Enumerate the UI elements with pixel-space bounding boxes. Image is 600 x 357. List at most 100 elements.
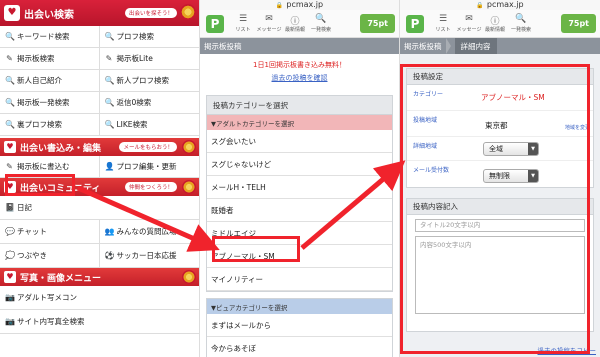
flower-icon bbox=[182, 140, 196, 154]
pcmax-logo[interactable]: P bbox=[406, 14, 424, 33]
menu-item-label: 裏プロフ検索 bbox=[17, 120, 62, 129]
nav-items: ☰ リスト ✉ メッセージ ⓘ 最新情報 🔍 一発検索 bbox=[430, 14, 534, 33]
menu-item[interactable]: 🔍 掲示板一発検索 bbox=[0, 92, 100, 114]
nav-item-label: 最新情報 bbox=[284, 27, 305, 33]
pure-category-list: ▼ピュアカテゴリーを選択 まずはメールから 今からあそぼ bbox=[206, 298, 393, 357]
points-button[interactable]: 75pt bbox=[360, 14, 395, 33]
nav-item[interactable]: ☰ リスト bbox=[230, 14, 256, 33]
pcmax-logo[interactable]: P bbox=[206, 14, 224, 33]
community-grid: 💬 チャット 👥 みんなの質問広場 💭 つぶやき ⚽ サッカー日本応援 bbox=[0, 220, 199, 268]
section-header-search: ♥ 出会い検索 出会いを探そう！ bbox=[0, 0, 199, 26]
nav-item[interactable]: ☰ リスト bbox=[430, 14, 456, 33]
menu-item[interactable]: 🔍 プロフ検索 bbox=[99, 26, 199, 48]
nav-item[interactable]: ✉ メッセージ bbox=[256, 14, 282, 33]
nav-item-label: メッセージ bbox=[256, 27, 282, 33]
url-text: pcmax.jp bbox=[486, 0, 524, 9]
tweet-icon: 💭 bbox=[5, 251, 15, 260]
photo-menu: 📷 アダルト写メコン 📷 サイト内写真全検索 bbox=[0, 286, 199, 334]
flower-icon bbox=[180, 4, 196, 20]
nav-item[interactable]: 🔍 一発検索 bbox=[308, 14, 334, 33]
menu-item[interactable]: 🔍 返信0検索 bbox=[99, 92, 199, 114]
nav-item-label: リスト bbox=[435, 27, 451, 33]
breadcrumb-item[interactable]: 掲示板投稿 bbox=[404, 41, 442, 52]
menu-item-label: キーワード検索 bbox=[17, 32, 70, 41]
section-title: 出会い検索 bbox=[24, 9, 74, 21]
section-title: 写真・画像メニュー bbox=[20, 273, 102, 284]
highlight-write-board bbox=[5, 174, 75, 196]
menu-item-label: 掲示板一発検索 bbox=[17, 98, 70, 107]
category-item[interactable]: 今からあそぼ bbox=[207, 337, 392, 357]
section-badge: 出会いを探そう！ bbox=[124, 8, 177, 18]
menu-item-label: アダルト写メコン bbox=[17, 293, 77, 302]
nav-item-label: 一発検索 bbox=[310, 27, 331, 33]
list-icon: ☰ bbox=[238, 14, 248, 24]
menu-item-label: プロフ編集・更新 bbox=[116, 162, 177, 171]
nav-item-label: リスト bbox=[235, 27, 251, 33]
address-bar[interactable]: 🔒 pcmax.jp bbox=[400, 0, 600, 10]
menu-item[interactable]: 🔍 新人プロフ検索 bbox=[99, 70, 199, 92]
menu-item-label: 掲示板に書込む bbox=[17, 162, 70, 171]
pure-category-items: まずはメールから 今からあそぼ bbox=[207, 314, 392, 357]
menu-item[interactable]: 📷 アダルト写メコン bbox=[0, 286, 199, 310]
past-posts-link[interactable]: 過去の投稿を確認 bbox=[200, 73, 399, 83]
points-button[interactable]: 75pt bbox=[561, 14, 596, 33]
edit-icon: ✎ bbox=[105, 54, 113, 63]
menu-item[interactable]: 👤 プロフ編集・更新 bbox=[99, 156, 199, 178]
menu-item-label: 掲示板Lite bbox=[116, 54, 153, 63]
person-icon: 👤 bbox=[104, 162, 115, 171]
message-icon: ✉ bbox=[265, 14, 273, 24]
category-item[interactable]: 既婚者 bbox=[207, 199, 392, 222]
info-icon: ⓘ bbox=[490, 17, 500, 27]
camera-icon: 📷 bbox=[5, 293, 15, 302]
category-heading: 投稿カテゴリーを選択 bbox=[206, 95, 393, 115]
category-item[interactable]: スグじゃないけど bbox=[207, 153, 392, 176]
flower-icon bbox=[182, 180, 196, 194]
nav-item[interactable]: ⓘ 最新情報 bbox=[282, 14, 308, 33]
menu-item[interactable]: 🔍 裏プロフ検索 bbox=[0, 114, 100, 136]
heart-icon: ♥ bbox=[4, 271, 16, 283]
section-badge: メールをもらおう！ bbox=[119, 142, 177, 152]
highlight-category bbox=[212, 236, 300, 262]
people-icon: 👥 bbox=[104, 227, 115, 236]
menu-item-label: LIKE検索 bbox=[116, 120, 148, 129]
menu-item-label: サッカー日本応援 bbox=[116, 251, 177, 260]
address-bar[interactable]: 🔒 pcmax.jp bbox=[200, 0, 399, 10]
nav-item[interactable]: ⓘ 最新情報 bbox=[482, 14, 508, 33]
search-icon: 🔍 bbox=[104, 120, 115, 129]
camera-icon: 📷 bbox=[5, 317, 15, 326]
community-menu: 📓 日記 💬 チャット 👥 みんなの質問広場 💭 つぶやき ⚽ サッカー日本応援 bbox=[0, 196, 199, 268]
menu-item[interactable]: 📓 日記 bbox=[0, 196, 199, 220]
menu-item[interactable]: 🔍 キーワード検索 bbox=[0, 26, 100, 48]
flower-icon bbox=[182, 270, 196, 284]
menu-item-label: つぶやき bbox=[17, 251, 47, 260]
chat-icon: 💬 bbox=[5, 227, 15, 236]
nav-item[interactable]: 🔍 一発検索 bbox=[508, 14, 534, 33]
menu-item-label: 掲示板検索 bbox=[17, 54, 55, 63]
highlight-detail-form bbox=[400, 64, 590, 354]
menu-item[interactable]: 💭 つぶやき bbox=[0, 244, 100, 268]
menu-item[interactable]: 🔍 新人自己紹介 bbox=[0, 70, 100, 92]
category-item[interactable]: マイノリティー bbox=[207, 268, 392, 291]
menu-item[interactable]: 💬 チャット bbox=[0, 220, 100, 244]
menu-item[interactable]: 🔍 LIKE検索 bbox=[99, 114, 199, 136]
search-menu-grid: 🔍 キーワード検索 🔍 プロフ検索 ✎ 掲示板検索 ✎ 掲示板Lite 🔍 新人自己紹介 🔍 新人プロ… bbox=[0, 26, 199, 136]
menu-item[interactable]: ✎ 掲示板Lite bbox=[99, 48, 199, 70]
search-icon: 🔍 bbox=[315, 14, 327, 24]
category-item[interactable]: まずはメールから bbox=[207, 314, 392, 337]
menu-item-label: 新人自己紹介 bbox=[17, 76, 62, 85]
category-item[interactable]: メールH・TELH bbox=[207, 176, 392, 199]
category-item[interactable]: スグ会いたい bbox=[207, 130, 392, 153]
message-icon: ✉ bbox=[465, 14, 473, 24]
menu-item[interactable]: 📷 サイト内写真全検索 bbox=[0, 310, 199, 334]
menu-item[interactable]: ⚽ サッカー日本応援 bbox=[99, 244, 199, 268]
menu-item[interactable]: 👥 みんなの質問広場 bbox=[99, 220, 199, 244]
top-nav: P ☰ リスト ✉ メッセージ ⓘ 最新情報 🔍 一発検索 75pt bbox=[200, 10, 399, 38]
menu-item-label: 返信0検索 bbox=[116, 98, 152, 107]
adult-category-group: ▼アダルトカテゴリーを選択 bbox=[207, 115, 392, 130]
menu-item-label: チャット bbox=[17, 227, 47, 236]
nav-item[interactable]: ✉ メッセージ bbox=[456, 14, 482, 33]
menu-item[interactable]: ✎ 掲示板検索 bbox=[0, 48, 100, 70]
search-icon: 🔍 bbox=[104, 32, 115, 41]
search-icon: 🔍 bbox=[5, 32, 15, 41]
breadcrumb-current: 詳細内容 bbox=[454, 38, 497, 54]
